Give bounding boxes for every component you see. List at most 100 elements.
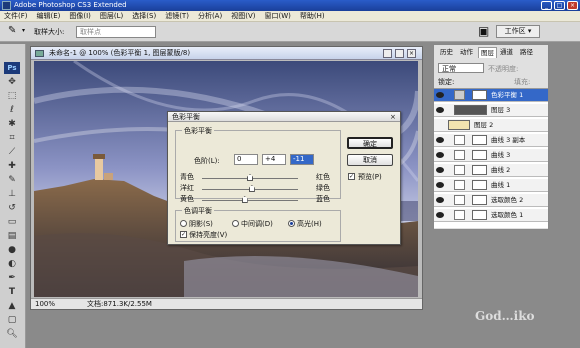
preview-checkbox[interactable]: ✓ xyxy=(348,173,355,180)
cancel-button[interactable]: 取消 xyxy=(347,154,393,166)
shadows-label: 阴影(S) xyxy=(189,220,213,228)
crop-tool-icon[interactable]: ⌗ xyxy=(4,132,20,144)
shadows-radio[interactable] xyxy=(180,220,187,227)
document-tab[interactable]: 未命名-1 @ 100% (色彩平衡 1, 图层蒙版/8) × xyxy=(31,47,422,60)
pen-tool-icon[interactable]: ✒ xyxy=(4,272,20,284)
menu-edit[interactable]: 编辑(E) xyxy=(37,11,61,21)
sample-size-select[interactable]: 取样点 xyxy=(76,26,156,38)
preserve-luminosity-checkbox[interactable]: ✓ xyxy=(180,231,187,238)
shape-tool-icon[interactable]: ▢ xyxy=(4,314,20,326)
visibility-eye-icon[interactable] xyxy=(436,137,444,143)
magic-wand-tool-icon[interactable]: ✱ xyxy=(4,118,20,130)
maximize-button[interactable]: □ xyxy=(554,1,565,10)
visibility-eye-icon[interactable] xyxy=(436,107,444,113)
magenta-green-level-value: +4 xyxy=(265,155,276,163)
dialog-close-icon[interactable]: × xyxy=(390,112,396,122)
menu-filter[interactable]: 滤镜(T) xyxy=(165,11,189,21)
doc-maximize-button[interactable] xyxy=(395,49,404,58)
zoom-tool-icon[interactable]: 🔍︎ xyxy=(4,328,20,340)
menu-image[interactable]: 图像(I) xyxy=(69,11,91,21)
layer-mask-thumbnail[interactable] xyxy=(472,165,487,175)
brush-tool-icon[interactable]: ✎ xyxy=(4,174,20,186)
layer-mask-thumbnail[interactable] xyxy=(472,135,487,145)
layer-3[interactable]: 图层 3 xyxy=(434,104,548,117)
midtones-radio[interactable] xyxy=(232,220,239,227)
slice-tool-icon[interactable]: ⟋ xyxy=(4,146,20,158)
slider-knob[interactable] xyxy=(241,196,248,203)
ok-button-label: 确定 xyxy=(363,140,377,148)
visibility-eye-icon[interactable] xyxy=(436,212,444,218)
slider-knob[interactable] xyxy=(247,174,253,181)
layer-mask-thumbnail[interactable] xyxy=(472,180,487,190)
layer-mask-thumbnail[interactable] xyxy=(472,150,487,160)
cyan-red-level-input[interactable]: 0 xyxy=(234,154,258,165)
magenta-label: 洋红 xyxy=(180,184,194,192)
bridge-icon[interactable]: ▣ xyxy=(478,24,489,38)
path-selection-icon[interactable]: ▲ xyxy=(4,300,20,312)
cyan-red-slider[interactable] xyxy=(202,174,298,181)
zoom-level[interactable]: 100% xyxy=(35,300,55,308)
close-button[interactable]: × xyxy=(567,1,578,10)
menu-view[interactable]: 视图(V) xyxy=(231,11,255,21)
slider-knob[interactable] xyxy=(248,185,255,192)
dialog-title-bar[interactable]: 色彩平衡 × xyxy=(168,112,400,122)
yellow-blue-level-input[interactable]: -11 xyxy=(290,154,314,165)
menu-file[interactable]: 文件(F) xyxy=(4,11,28,21)
gradient-tool-icon[interactable]: ▤ xyxy=(4,230,20,242)
menu-select[interactable]: 选择(S) xyxy=(132,11,156,21)
layer-color-balance-1[interactable]: 色彩平衡 1 xyxy=(434,89,548,102)
visibility-eye-icon[interactable] xyxy=(436,167,444,173)
move-tool-icon[interactable]: ✥ xyxy=(4,76,20,88)
layer-curves-2[interactable]: 曲线 2 xyxy=(434,164,548,177)
menu-analysis[interactable]: 分析(A) xyxy=(198,11,222,21)
layer-selective-color-1[interactable]: 选取颜色 1 xyxy=(434,209,548,222)
healing-brush-icon[interactable]: ✚ xyxy=(4,160,20,172)
doc-close-button[interactable]: × xyxy=(407,49,416,58)
doc-minimize-button[interactable] xyxy=(383,49,392,58)
watermark: God…iko xyxy=(475,309,535,323)
menu-help[interactable]: 帮助(H) xyxy=(300,11,325,21)
history-brush-icon[interactable]: ↺ xyxy=(4,202,20,214)
menu-window[interactable]: 窗口(W) xyxy=(264,11,290,21)
layer-thumbnail xyxy=(454,105,487,115)
layer-2[interactable]: 图层 2 xyxy=(434,119,548,132)
ok-button[interactable]: 确定 xyxy=(347,137,393,149)
tab-paths[interactable]: 路径 xyxy=(518,47,535,58)
visibility-eye-icon[interactable] xyxy=(436,197,444,203)
layer-selective-color-2[interactable]: 选取颜色 2 xyxy=(434,194,548,207)
visibility-eye-icon[interactable] xyxy=(436,182,444,188)
lasso-tool-icon[interactable]: ℓ xyxy=(4,104,20,116)
magenta-green-level-input[interactable]: +4 xyxy=(262,154,286,165)
tool-preset-arrow-icon[interactable]: ▾ xyxy=(22,27,25,34)
layer-mask-thumbnail[interactable] xyxy=(472,90,487,100)
document-size[interactable]: 文档:871.3K/2.55M xyxy=(87,299,152,310)
menu-layer[interactable]: 图层(L) xyxy=(100,11,123,21)
dodge-tool-icon[interactable]: ◐ xyxy=(4,258,20,270)
visibility-eye-icon[interactable] xyxy=(436,92,444,98)
blend-mode-select[interactable]: 正常 xyxy=(438,63,484,73)
layer-mask-thumbnail[interactable] xyxy=(472,195,487,205)
tone-balance-group: 色调平衡 阴影(S) 中间调(D) 高光(H) ✓ 保持亮度(V) xyxy=(175,206,341,242)
highlights-radio[interactable] xyxy=(288,220,295,227)
tab-layers[interactable]: 图层 xyxy=(478,47,497,58)
workspace-button[interactable]: 工作区 ▾ xyxy=(496,25,540,38)
layer-name: 选取颜色 2 xyxy=(491,196,524,204)
layer-curves-1[interactable]: 曲线 1 xyxy=(434,179,548,192)
minimize-button[interactable]: _ xyxy=(541,1,552,10)
layer-curves-3[interactable]: 曲线 3 xyxy=(434,149,548,162)
marquee-tool-icon[interactable]: ⬚ xyxy=(4,90,20,102)
layer-curves-3-copy[interactable]: 曲线 3 副本 xyxy=(434,134,548,147)
yellow-blue-slider[interactable] xyxy=(202,196,298,203)
tab-actions[interactable]: 动作 xyxy=(458,47,475,58)
adjustment-icon xyxy=(454,195,465,205)
blur-tool-icon[interactable]: ● xyxy=(4,244,20,256)
tab-channels[interactable]: 通道 xyxy=(498,47,515,58)
type-tool-icon[interactable]: T xyxy=(4,286,20,298)
layer-mask-thumbnail[interactable] xyxy=(472,210,487,220)
visibility-eye-icon[interactable] xyxy=(436,152,444,158)
magenta-green-slider[interactable] xyxy=(202,185,298,192)
eyedropper-icon[interactable]: ✎ xyxy=(8,25,16,36)
clone-stamp-icon[interactable]: ⊥ xyxy=(4,188,20,200)
eraser-tool-icon[interactable]: ▭ xyxy=(4,216,20,228)
tab-history[interactable]: 历史 xyxy=(438,47,455,58)
